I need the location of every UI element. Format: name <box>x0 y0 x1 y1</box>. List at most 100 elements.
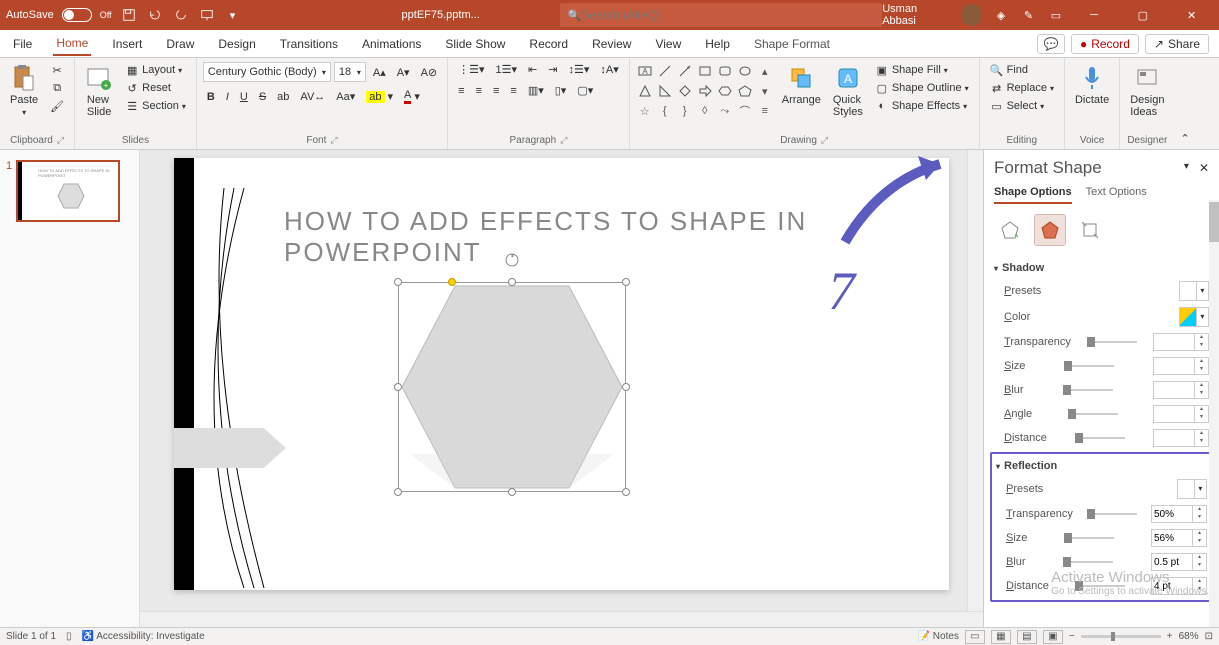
comments-button[interactable]: 💬 <box>1037 34 1065 54</box>
reflection-blur-spin[interactable]: ▴▾ <box>1151 553 1207 571</box>
dictate-button[interactable]: Dictate <box>1071 62 1113 108</box>
undo-button[interactable] <box>146 6 164 24</box>
shape-arrow-right-icon[interactable] <box>696 82 714 100</box>
cut-button[interactable]: ✂ <box>46 62 68 78</box>
zoom-out-button[interactable]: − <box>1069 631 1075 642</box>
view-reading-button[interactable]: ▤ <box>1017 630 1037 644</box>
reflection-section-header[interactable]: ▾Reflection <box>996 456 1207 476</box>
slide-editor[interactable]: HOW TO ADD EFFECTS TO SHAPE IN POWERPOIN… <box>140 150 983 627</box>
handle-e[interactable] <box>622 383 630 391</box>
present-from-start-icon[interactable] <box>198 6 216 24</box>
view-slideshow-button[interactable]: ▣ <box>1043 630 1063 644</box>
clear-formatting-button[interactable]: A⊘ <box>417 65 442 80</box>
shape-oval-icon[interactable] <box>736 62 754 80</box>
avatar[interactable] <box>961 4 982 26</box>
zoom-level[interactable]: 68% <box>1179 631 1199 642</box>
tab-shape-format[interactable]: Shape Format <box>751 33 833 55</box>
shape-gallery-more-icon[interactable]: ≡ <box>756 102 774 120</box>
slide-title-text[interactable]: HOW TO ADD EFFECTS TO SHAPE IN POWERPOIN… <box>284 206 949 268</box>
shape-fill-button[interactable]: ▣Shape Fill▾ <box>871 62 973 78</box>
handle-n[interactable] <box>508 278 516 286</box>
reset-button[interactable]: ↺Reset <box>121 80 190 96</box>
minimize-button[interactable]: ─ <box>1075 0 1114 30</box>
clipboard-launcher[interactable]: ⤢ <box>57 135 64 146</box>
tab-insert[interactable]: Insert <box>109 33 145 55</box>
handle-ne[interactable] <box>622 278 630 286</box>
qat-more-icon[interactable]: ▾ <box>224 6 242 24</box>
horizontal-scrollbar[interactable] <box>140 611 983 627</box>
pane-icon-size[interactable] <box>1074 214 1106 246</box>
reflection-distance-input[interactable] <box>1152 581 1192 592</box>
shadow-blur-spin[interactable]: ▴▾ <box>1153 381 1209 399</box>
collapse-ribbon-icon[interactable]: ⌃ <box>1180 132 1189 145</box>
shadow-color-combo[interactable]: ▾ <box>1179 307 1209 327</box>
underline-button[interactable]: U <box>236 90 252 104</box>
record-button[interactable]: ●Record <box>1071 34 1139 54</box>
numbering-button[interactable]: 1☰▾ <box>492 62 522 77</box>
shadow-angle-input[interactable] <box>1154 409 1194 420</box>
smartart-button[interactable]: ▢▾ <box>573 83 597 98</box>
shape-brace-left-icon[interactable]: { <box>656 102 674 120</box>
replace-button[interactable]: ⇄Replace▾ <box>986 80 1058 96</box>
pane-icon-effects[interactable] <box>1034 214 1066 246</box>
change-case-button[interactable]: Aa▾ <box>332 89 359 104</box>
shadow-size-slider[interactable] <box>1064 365 1114 367</box>
pane-menu-icon[interactable]: ▾ <box>1184 161 1189 175</box>
bold-button[interactable]: B <box>203 90 219 104</box>
reflection-blur-slider[interactable] <box>1063 561 1113 563</box>
shape-rounded-rect-icon[interactable] <box>716 62 734 80</box>
strikethrough-button[interactable]: S <box>255 90 270 104</box>
fit-to-window-button[interactable]: ⊡ <box>1205 631 1213 642</box>
save-icon[interactable] <box>120 6 138 24</box>
vertical-scrollbar[interactable] <box>967 150 983 627</box>
select-button[interactable]: ▭Select▾ <box>986 98 1058 114</box>
selected-hexagon-shape[interactable] <box>398 282 626 492</box>
reflection-transparency-spin[interactable]: ▴▾ <box>1151 505 1207 523</box>
drawing-launcher[interactable]: ⤢ <box>821 135 828 146</box>
shadow-distance-input[interactable] <box>1154 433 1194 444</box>
shadow-angle-slider[interactable] <box>1068 413 1118 415</box>
search-box[interactable]: 🔍 <box>560 3 882 27</box>
shape-line-icon[interactable] <box>656 62 674 80</box>
shape-right-triangle-icon[interactable] <box>656 82 674 100</box>
shape-arrow-line-icon[interactable] <box>676 62 694 80</box>
highlight-button[interactable]: ab▾ <box>362 89 397 104</box>
align-left-button[interactable]: ≡ <box>454 84 468 98</box>
pen-icon[interactable]: ✎ <box>1020 6 1037 24</box>
maximize-button[interactable]: ▢ <box>1123 0 1162 30</box>
zoom-in-button[interactable]: + <box>1167 631 1173 642</box>
shape-hexagon-icon[interactable] <box>716 82 734 100</box>
tab-home[interactable]: Home <box>53 32 91 56</box>
shape-arc-icon[interactable]: ⌒ <box>736 102 754 120</box>
handle-s[interactable] <box>508 488 516 496</box>
font-color-button[interactable]: A▾ <box>400 88 424 105</box>
italic-button[interactable]: I <box>222 90 233 104</box>
font-size-combo[interactable]: 18▾ <box>334 62 366 82</box>
shadow-section-header[interactable]: ▾Shadow <box>994 258 1209 278</box>
diamond-icon[interactable]: ◈ <box>992 6 1009 24</box>
align-text-button[interactable]: ▯▾ <box>551 83 571 98</box>
font-launcher[interactable]: ⤢ <box>330 135 337 146</box>
increase-font-button[interactable]: A▴ <box>369 65 390 80</box>
shadow-blur-input[interactable] <box>1154 385 1194 396</box>
pane-scrollbar[interactable] <box>1209 200 1219 627</box>
shape-textbox-icon[interactable]: A <box>636 62 654 80</box>
shape-triangle-icon[interactable] <box>636 82 654 100</box>
shadow-distance-slider[interactable] <box>1075 437 1125 439</box>
justify-button[interactable]: ≡ <box>506 84 520 98</box>
columns-button[interactable]: ▥▾ <box>524 83 548 98</box>
search-input[interactable] <box>582 8 875 22</box>
quick-styles-button[interactable]: A Quick Styles <box>829 62 867 120</box>
decrease-font-button[interactable]: A▾ <box>393 65 414 80</box>
slide-count[interactable]: Slide 1 of 1 <box>6 631 56 642</box>
shadow-blur-slider[interactable] <box>1063 389 1113 391</box>
shadow-presets-combo[interactable]: ▾ <box>1179 281 1209 301</box>
section-button[interactable]: ☰Section▾ <box>121 98 190 114</box>
tab-animations[interactable]: Animations <box>359 33 424 55</box>
shadow-distance-spin[interactable]: ▴▾ <box>1153 429 1209 447</box>
reflection-presets-combo[interactable]: ▾ <box>1177 479 1207 499</box>
shape-outline-button[interactable]: ▢Shape Outline▾ <box>871 80 973 96</box>
line-spacing-button[interactable]: ↕☰▾ <box>564 62 593 77</box>
view-normal-button[interactable]: ▭ <box>965 630 985 644</box>
close-button[interactable]: ✕ <box>1172 0 1211 30</box>
